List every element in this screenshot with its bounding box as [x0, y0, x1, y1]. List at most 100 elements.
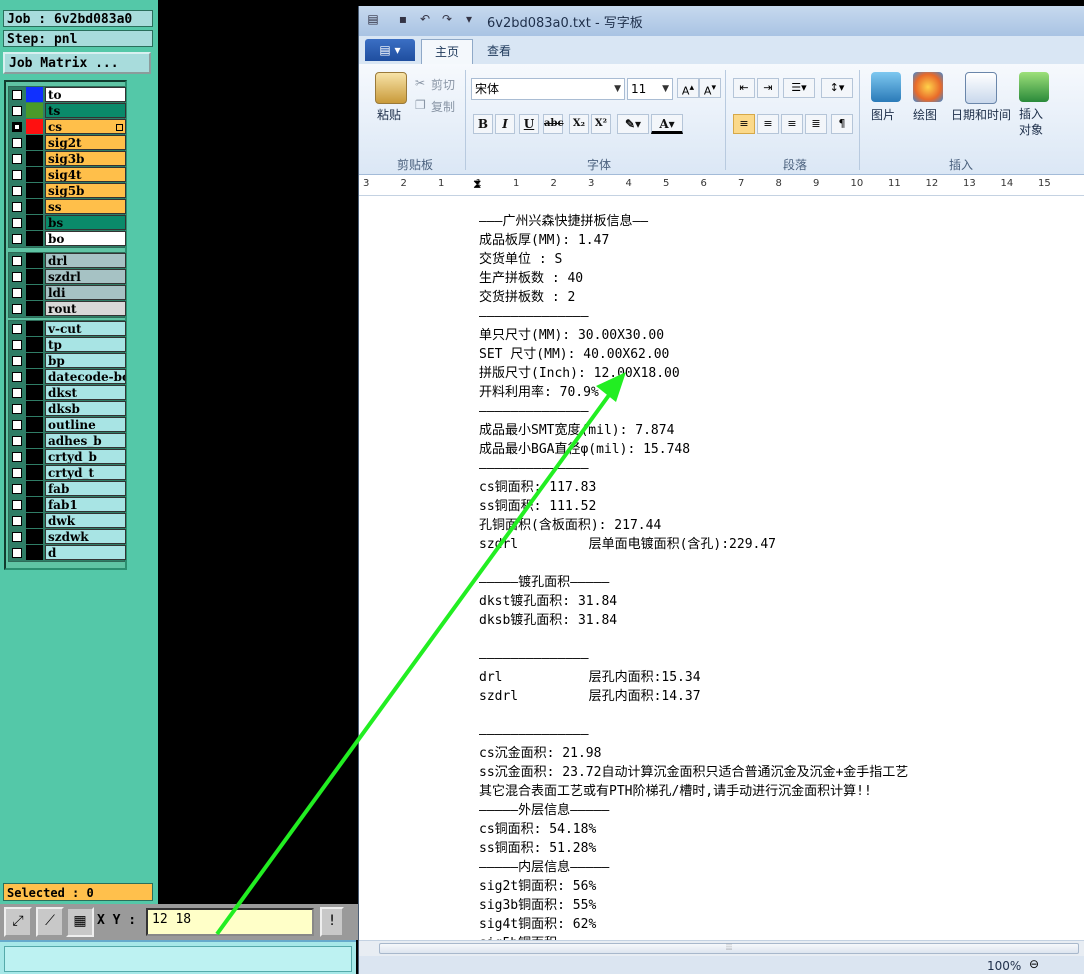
layer-row[interactable]: szdrl	[9, 269, 126, 285]
paste-icon[interactable]	[375, 72, 407, 104]
layer-name[interactable]: rout	[45, 301, 126, 316]
layer-name[interactable]: d	[45, 545, 126, 560]
layer-row[interactable]: ts	[9, 103, 126, 119]
layer-name[interactable]: ss	[45, 199, 126, 214]
tab-view[interactable]: 查看	[477, 39, 521, 64]
layer-row[interactable]: ldi	[9, 285, 126, 301]
layer-row[interactable]: szdwk	[9, 529, 126, 545]
highlight-button[interactable]: ✎▾	[617, 114, 649, 134]
underline-button[interactable]: U	[519, 114, 539, 134]
layer-name[interactable]: szdrl	[45, 269, 126, 284]
layer-name[interactable]: crtyd_b	[45, 449, 126, 464]
layer-checkbox[interactable]	[12, 500, 22, 510]
insert-object-button[interactable]: 插入 对象	[1019, 106, 1043, 138]
font-color-button[interactable]: A▾	[651, 114, 683, 134]
italic-button[interactable]: I	[495, 114, 515, 134]
layer-checkbox[interactable]	[12, 404, 22, 414]
layer-color-swatch[interactable]	[26, 231, 43, 246]
layer-checkbox[interactable]	[12, 170, 22, 180]
layer-name[interactable]: szdwk	[45, 529, 126, 544]
layer-checkbox[interactable]	[12, 468, 22, 478]
layer-row[interactable]: tp	[9, 337, 126, 353]
layer-checkbox[interactable]	[12, 202, 22, 212]
layer-checkbox[interactable]	[12, 484, 22, 494]
line-spacing-button[interactable]: ↕▾	[821, 78, 853, 98]
layer-checkbox[interactable]	[12, 452, 22, 462]
layer-row[interactable]: sig3b	[9, 151, 126, 167]
layer-row[interactable]: v-cut	[9, 321, 126, 337]
grid-button[interactable]: ▦	[66, 907, 94, 937]
alert-button[interactable]: !	[320, 907, 344, 937]
layer-row[interactable]: datecode-bo	[9, 369, 126, 385]
layer-checkbox[interactable]	[12, 90, 22, 100]
layer-color-swatch[interactable]	[26, 353, 43, 368]
layer-name[interactable]: bo	[45, 231, 126, 246]
layer-row[interactable]: outline	[9, 417, 126, 433]
layer-row[interactable]: dksb	[9, 401, 126, 417]
paste-button[interactable]: 粘贴	[377, 106, 401, 123]
layer-name[interactable]: sig3b	[45, 151, 126, 166]
layer-checkbox[interactable]	[12, 304, 22, 314]
customize-quick-access-icon[interactable]: ▾	[461, 12, 477, 28]
paragraph-button[interactable]: ¶	[831, 114, 853, 134]
layer-name[interactable]: ldi	[45, 285, 126, 300]
job-matrix-button[interactable]: Job Matrix ...	[3, 52, 151, 74]
wordpad-app-icon[interactable]: ▤	[365, 12, 381, 28]
font-family-select[interactable]: 宋体 ▼	[471, 78, 625, 100]
cut-button[interactable]: 剪切	[431, 76, 455, 93]
tab-home[interactable]: 主页	[421, 39, 473, 64]
layer-checkbox[interactable]	[12, 436, 22, 446]
layer-color-swatch[interactable]	[26, 167, 43, 182]
layer-checkbox[interactable]	[12, 340, 22, 350]
layer-row[interactable]: bp	[9, 353, 126, 369]
layer-color-swatch[interactable]	[26, 215, 43, 230]
layer-checkbox[interactable]	[12, 372, 22, 382]
layer-color-swatch[interactable]	[26, 449, 43, 464]
layer-color-swatch[interactable]	[26, 513, 43, 528]
layer-name[interactable]: tp	[45, 337, 126, 352]
layer-color-swatch[interactable]	[26, 417, 43, 432]
layer-name[interactable]: sig4t	[45, 167, 126, 182]
layer-checkbox[interactable]	[12, 234, 22, 244]
layer-name[interactable]: fab	[45, 481, 126, 496]
layer-row[interactable]: fab1	[9, 497, 126, 513]
layer-checkbox[interactable]	[12, 138, 22, 148]
layer-color-swatch[interactable]	[26, 301, 43, 316]
layer-checkbox[interactable]	[12, 388, 22, 398]
file-menu-button[interactable]: ▤ ▾	[365, 39, 415, 61]
layer-row[interactable]: to	[9, 87, 126, 103]
layer-row[interactable]: adhes_b	[9, 433, 126, 449]
layer-name[interactable]: sig2t	[45, 135, 126, 150]
layer-checkbox[interactable]	[12, 420, 22, 430]
layer-color-swatch[interactable]	[26, 545, 43, 560]
layer-row[interactable]: rout	[9, 301, 126, 317]
font-size-select[interactable]: 11 ▼	[627, 78, 673, 100]
layer-checkbox[interactable]	[12, 516, 22, 526]
layer-row[interactable]: drl	[9, 253, 126, 269]
layer-row[interactable]: fab	[9, 481, 126, 497]
layer-name[interactable]: dkst	[45, 385, 126, 400]
layer-color-swatch[interactable]	[26, 103, 43, 118]
layer-name[interactable]: fab1	[45, 497, 126, 512]
layer-name[interactable]: to	[45, 87, 126, 102]
paint-icon[interactable]	[913, 72, 943, 102]
layer-checkbox[interactable]	[12, 272, 22, 282]
layer-row[interactable]: d	[9, 545, 126, 561]
layer-color-swatch[interactable]	[26, 321, 43, 336]
layer-checkbox[interactable]	[12, 186, 22, 196]
layer-color-swatch[interactable]	[26, 497, 43, 512]
bold-button[interactable]: B	[473, 114, 493, 134]
superscript-button[interactable]: X²	[591, 114, 611, 134]
layer-color-swatch[interactable]	[26, 269, 43, 284]
increase-indent-button[interactable]: ⇥	[757, 78, 779, 98]
strikethrough-button[interactable]: abc	[543, 114, 564, 134]
layer-color-swatch[interactable]	[26, 465, 43, 480]
picture-button[interactable]: 图片	[871, 106, 895, 123]
justify-button[interactable]: ≣	[805, 114, 827, 134]
layer-checkbox[interactable]	[12, 122, 22, 132]
layer-name[interactable]: bs	[45, 215, 126, 230]
layer-row[interactable]: crtyd_b	[9, 449, 126, 465]
document-area[interactable]: ———广州兴森快捷拼板信息—— 成品板厚(MM): 1.47 交货单位 : S 生产拼…	[359, 196, 1084, 940]
layer-row[interactable]: sig5b	[9, 183, 126, 199]
layer-checkbox[interactable]	[12, 324, 22, 334]
